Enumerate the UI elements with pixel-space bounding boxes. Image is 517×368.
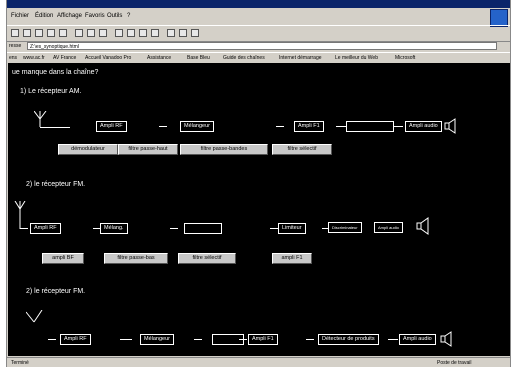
- am-empty-slot[interactable]: [346, 121, 394, 132]
- am-block-ampli-rf: Ampli RF: [96, 121, 127, 132]
- am-block-ampli-audio: Ampli audio: [405, 121, 442, 132]
- am-wire: [40, 127, 70, 128]
- fm-block-ampli-rf: Ampli RF: [30, 223, 61, 234]
- option-button[interactable]: filtre passe-bandes: [180, 144, 268, 155]
- media-icon[interactable]: [179, 29, 187, 37]
- option-button[interactable]: filtre passe-bas: [104, 253, 168, 264]
- links-label: ens: [9, 55, 18, 61]
- status-zone: Poste de travail: [437, 360, 472, 366]
- fm-wire: [170, 228, 178, 229]
- am-block-ampli-f1: Ampli F1: [294, 121, 324, 132]
- fm-wire: [20, 228, 28, 229]
- fm-wire: [270, 228, 278, 229]
- address-input[interactable]: Z:\es_synoptique.html: [27, 42, 497, 50]
- am-wire: [276, 126, 284, 127]
- fm-block-discriminateur: Discriminateur: [328, 222, 362, 233]
- tools-icon[interactable]: [191, 29, 199, 37]
- fm2-block-melangeur: Mélangeur: [140, 334, 174, 345]
- history-icon[interactable]: [99, 29, 107, 37]
- fm-empty-slot[interactable]: [184, 223, 222, 234]
- address-bar: resse Z:\es_synoptique.html: [7, 41, 510, 52]
- stop-icon[interactable]: [35, 29, 43, 37]
- link-item[interactable]: Base Bleu: [187, 55, 210, 61]
- menu-help[interactable]: ?: [127, 13, 130, 19]
- home-icon[interactable]: [59, 29, 67, 37]
- edit-icon[interactable]: [139, 29, 147, 37]
- search-icon[interactable]: [75, 29, 83, 37]
- option-button[interactable]: filtre sélectif: [272, 144, 332, 155]
- page-question: ue manque dans la chaîne?: [12, 69, 99, 76]
- discuss-icon[interactable]: [151, 29, 159, 37]
- menu-edition[interactable]: Édition: [35, 13, 53, 19]
- forward-icon[interactable]: [23, 29, 31, 37]
- fm-block-melang: Mélang.: [100, 223, 128, 234]
- fm2-wire: [388, 339, 398, 340]
- fm2-wire: [48, 339, 56, 340]
- link-item[interactable]: Le meilleur du Web: [335, 55, 378, 61]
- speaker-icon: [440, 331, 452, 347]
- option-button[interactable]: ampli F1: [272, 253, 312, 264]
- section-fm2-title: 2) le récepteur FM.: [26, 288, 86, 295]
- speaker-icon: [444, 118, 456, 134]
- am-wire: [393, 126, 403, 127]
- menu-favoris[interactable]: Favoris: [85, 13, 105, 19]
- fm-block-limiteur: Limiteur: [278, 223, 306, 234]
- messenger-icon[interactable]: [167, 29, 175, 37]
- fm2-wire: [306, 339, 314, 340]
- section-am-title: 1) Le récepteur AM.: [20, 88, 82, 95]
- fm2-wire: [120, 339, 132, 340]
- fm2-wire: [239, 339, 247, 340]
- am-wire: [159, 126, 167, 127]
- speaker-icon: [416, 217, 429, 235]
- am-wire: [336, 126, 346, 127]
- browser-window: Fichier Édition Affichage Favoris Outils…: [6, 0, 511, 367]
- link-item[interactable]: www.ac.fr: [23, 55, 45, 61]
- option-button[interactable]: filtre passe-haut: [118, 144, 178, 155]
- favorites-icon[interactable]: [87, 29, 95, 37]
- fm2-block-ampli-audio: Ampli audio: [399, 334, 436, 345]
- toolbar: [7, 25, 510, 42]
- fm-block-ampli-audio: Ampli audio: [374, 222, 403, 233]
- page-content: ue manque dans la chaîne? 1) Le récepteu…: [8, 63, 510, 356]
- option-button[interactable]: démodulateur: [58, 144, 118, 155]
- status-text: Terminé: [11, 360, 29, 366]
- menu-bar: Fichier Édition Affichage Favoris Outils…: [7, 9, 510, 24]
- option-button[interactable]: ampli BF: [42, 253, 84, 264]
- am-block-melangeur: Mélangeur: [180, 121, 214, 132]
- fm2-block-ampli-f1: Ampli F1: [248, 334, 278, 345]
- menu-affichage[interactable]: Affichage: [57, 13, 82, 19]
- option-button[interactable]: filtre sélectif: [178, 253, 236, 264]
- link-item[interactable]: Microsoft: [395, 55, 415, 61]
- refresh-icon[interactable]: [47, 29, 55, 37]
- title-bar: [7, 0, 510, 8]
- fm2-block-ampli-rf: Ampli RF: [60, 334, 91, 345]
- menu-fichier[interactable]: Fichier: [11, 13, 29, 19]
- fm2-block-detecteur: Détecteur de produits: [318, 334, 379, 345]
- mail-icon[interactable]: [115, 29, 123, 37]
- print-icon[interactable]: [127, 29, 135, 37]
- back-icon[interactable]: [11, 29, 19, 37]
- link-item[interactable]: Guide des chaînes: [223, 55, 265, 61]
- link-item[interactable]: Assistance: [147, 55, 171, 61]
- address-label: resse: [9, 43, 22, 49]
- link-item[interactable]: AV France: [53, 55, 76, 61]
- antenna-icon: [34, 111, 47, 127]
- antenna-icon: [14, 201, 26, 229]
- section-fm-title: 2) le récepteur FM.: [26, 181, 86, 188]
- fm2-wire: [194, 339, 202, 340]
- link-item[interactable]: Accueil Vanadoo Pro: [85, 55, 131, 61]
- status-bar: Terminé Poste de travail: [7, 357, 510, 368]
- antenna-icon: [26, 310, 43, 323]
- link-item[interactable]: Internet démarrage: [279, 55, 322, 61]
- menu-outils[interactable]: Outils: [107, 13, 122, 19]
- links-bar: ens www.ac.fr AV France Accueil Vanadoo …: [7, 52, 510, 63]
